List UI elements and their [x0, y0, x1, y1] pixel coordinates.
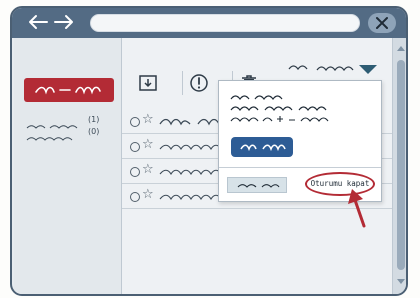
- menu-item-scribble: [240, 144, 286, 152]
- report-button[interactable]: [182, 71, 212, 95]
- pointer-arrow-icon: [348, 189, 366, 228]
- view-options-dropdown[interactable]: [287, 60, 382, 76]
- download-button[interactable]: [132, 71, 162, 95]
- forward-button[interactable]: [52, 12, 76, 34]
- folder-item-inbox[interactable]: (1): [26, 115, 99, 129]
- scroll-down-icon[interactable]: [396, 278, 406, 286]
- row-checkbox[interactable]: [130, 167, 140, 177]
- chevron-down-icon: [288, 65, 377, 74]
- sidebar: (1) (0): [14, 38, 122, 294]
- menu-secondary-button[interactable]: [227, 177, 287, 193]
- alert-icon: [190, 74, 208, 92]
- browser-window: (1) (0) ☆ ☆ ☆ ☆ Oturumu kapat: [10, 6, 408, 296]
- vertical-scrollbar[interactable]: [392, 38, 406, 294]
- compose-button-scribble: [35, 86, 101, 95]
- compose-button[interactable]: [24, 78, 114, 102]
- menu-items-scribble[interactable]: [229, 93, 379, 129]
- menu-secondary-scribble: [237, 184, 280, 188]
- back-button[interactable]: [26, 12, 50, 34]
- star-icon[interactable]: ☆: [142, 163, 154, 177]
- star-icon[interactable]: ☆: [142, 138, 154, 152]
- folder-count: (1): [88, 115, 100, 124]
- scroll-up-icon[interactable]: [396, 44, 406, 52]
- x-icon: [376, 17, 388, 29]
- row-checkbox[interactable]: [130, 117, 140, 127]
- row-checkbox[interactable]: [130, 142, 140, 152]
- folder-item-sent[interactable]: (0): [26, 127, 99, 141]
- arrow-right-icon: [54, 15, 73, 29]
- arrow-left-icon: [29, 15, 48, 29]
- close-window-button[interactable]: [368, 13, 396, 33]
- download-icon: [139, 75, 157, 91]
- row-checkbox[interactable]: [130, 192, 140, 202]
- folder-count: (0): [88, 127, 100, 136]
- star-icon[interactable]: ☆: [142, 188, 154, 202]
- options-menu: Oturumu kapat: [218, 80, 382, 202]
- star-icon[interactable]: ☆: [142, 113, 154, 127]
- scrollbar-thumb[interactable]: [397, 60, 405, 270]
- menu-divider: [219, 167, 381, 168]
- folder-label-scribble: [26, 137, 73, 141]
- title-bar: [12, 8, 406, 38]
- address-bar[interactable]: [90, 14, 360, 32]
- menu-item-selected[interactable]: [231, 137, 293, 157]
